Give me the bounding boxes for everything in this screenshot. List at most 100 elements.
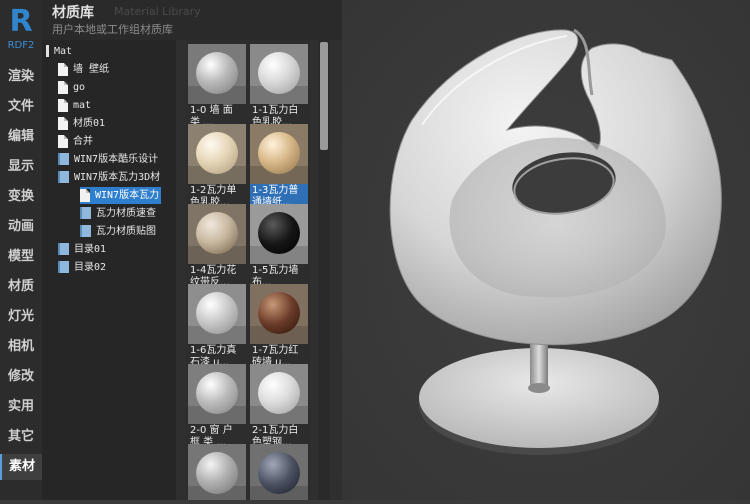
sidebar-item[interactable]: 动画 [0, 214, 42, 240]
tree-item[interactable]: 目录02 [58, 259, 106, 276]
sidebar-item[interactable]: 素材 [0, 454, 42, 480]
chair-model-render [342, 0, 750, 500]
document-icon [80, 188, 90, 202]
folder-icon [58, 153, 69, 165]
document-icon [58, 116, 68, 130]
material-preview-image [188, 364, 246, 424]
tree-item-label: WIN7版本瓦力3D材 [74, 172, 161, 183]
tree-item[interactable]: Mat [46, 43, 72, 60]
sidebar-item[interactable]: 文件 [0, 94, 42, 120]
material-preview-image [188, 124, 246, 184]
sidebar-item[interactable]: 模型 [0, 244, 42, 270]
material-sphere [196, 132, 238, 174]
material-thumbnail[interactable]: 1-5瓦力墙布... [250, 204, 308, 289]
app-version: RDF2 [7, 40, 35, 51]
material-thumbnail[interactable]: 1-1瓦力白色乳胶... [250, 44, 308, 129]
material-sphere [196, 292, 238, 334]
sidebar-item[interactable]: 编辑 [0, 124, 42, 150]
sidebar-item[interactable]: 显示 [0, 154, 42, 180]
material-preview-image [250, 364, 308, 424]
folder-icon [58, 171, 69, 183]
library-tree[interactable]: Mat 墙 壁纸 go mat 材质01 合并 WIN7版本酷乐设计 WIN7版本瓦力3D材 W… [42, 40, 176, 500]
material-thumbnail[interactable]: 1-0 墙 面 类 ... [188, 44, 246, 129]
tree-item[interactable]: WIN7版本瓦力3D材 [58, 169, 160, 186]
document-icon [58, 80, 68, 94]
tree-item[interactable]: 瓦力材质速查 [80, 205, 156, 222]
folder-icon [58, 261, 69, 273]
material-preview-image [188, 204, 246, 264]
3d-viewport[interactable] [342, 0, 750, 500]
sidebar-item[interactable]: 相机 [0, 334, 42, 360]
material-thumbnail[interactable]: 1-6瓦力真石漆 u... [188, 284, 246, 369]
material-preview-image [188, 444, 246, 500]
tree-item[interactable]: mat [58, 97, 91, 114]
material-thumbnail-grid[interactable]: 1-0 墙 面 类 ... 1-1瓦力白色乳胶... 1-2瓦力单色乳胶... 1-3… [186, 40, 310, 500]
logo-letter: R [9, 4, 33, 39]
material-preview-image [250, 284, 308, 344]
material-sphere [196, 212, 238, 254]
material-sphere [196, 52, 238, 94]
material-sphere [258, 132, 300, 174]
tree-item-label: 瓦力材质速查 [96, 208, 156, 219]
panel-header: 材质库 Material Library 用户本地或工作组材质库 [42, 0, 342, 40]
tree-item-label: WIN7版本酷乐设计 [74, 154, 159, 165]
tree-item[interactable]: 墙 壁纸 [58, 61, 109, 78]
panel-title-ghost: Material Library [114, 5, 201, 18]
panel-subtitle: 用户本地或工作组材质库 [52, 23, 173, 36]
tree-item-label: 墙 壁纸 [73, 64, 110, 75]
folder-icon [80, 225, 91, 237]
material-thumbnail[interactable]: 1-3瓦力普通墙纸... [250, 124, 308, 209]
tree-item[interactable]: WIN7版本酷乐设计 [58, 151, 158, 168]
material-sphere [258, 452, 300, 494]
root-icon [46, 45, 49, 57]
sidebar-item[interactable]: 灯光 [0, 304, 42, 330]
folder-icon [58, 243, 69, 255]
sidebar-item[interactable]: 变换 [0, 184, 42, 210]
material-preview-image [250, 124, 308, 184]
material-sphere [196, 372, 238, 414]
material-sphere [258, 212, 300, 254]
material-preview-image [250, 204, 308, 264]
sidebar-item[interactable]: 材质 [0, 274, 42, 300]
tree-item-label: WIN7版本瓦力 [95, 190, 160, 201]
material-thumbnail[interactable] [250, 444, 308, 500]
material-thumbnail[interactable]: 1-7瓦力红砖墙 u... [250, 284, 308, 369]
document-icon [58, 134, 68, 148]
scrollbar-thumb[interactable] [320, 42, 328, 150]
material-sphere [258, 52, 300, 94]
material-preview-image [188, 284, 246, 344]
tree-item-label: 合并 [73, 136, 93, 147]
tree-item[interactable]: 目录01 [58, 241, 106, 258]
material-thumbnail[interactable]: 1-2瓦力单色乳胶... [188, 124, 246, 209]
sidebar-item[interactable]: 修改 [0, 364, 42, 390]
material-preview-image [250, 44, 308, 104]
sidebar-item[interactable]: 实用 [0, 394, 42, 420]
material-thumbnail[interactable]: 1-4瓦力花纹带反... [188, 204, 246, 289]
tree-item[interactable]: WIN7版本瓦力 [80, 187, 162, 204]
material-thumbnail[interactable] [188, 444, 246, 500]
panel-title: 材质库 [52, 5, 94, 21]
tree-item-label: 瓦力材质贴图 [96, 226, 156, 237]
main-toolbar: R RDF2 渲染文件编辑显示变换动画模型材质灯光相机修改实用其它素材 [0, 0, 43, 500]
material-sphere [258, 372, 300, 414]
sidebar-item[interactable]: 其它 [0, 424, 42, 450]
material-thumbnail[interactable]: 2-1瓦力白色塑钢... [250, 364, 308, 449]
tree-item-label: 材质01 [73, 118, 106, 129]
material-thumbnail[interactable]: 2-0 窗 户 框 类 ... [188, 364, 246, 449]
thumbnail-scrollbar[interactable] [318, 40, 330, 500]
material-preview-image [250, 444, 308, 500]
folder-icon [80, 207, 91, 219]
sidebar-item[interactable]: 渲染 [0, 64, 42, 90]
tree-item-label: 目录01 [74, 244, 107, 255]
tree-item[interactable]: 合并 [58, 133, 93, 150]
tree-item[interactable]: go [58, 79, 85, 96]
document-icon [58, 98, 68, 112]
material-sphere [196, 452, 238, 494]
tree-item[interactable]: 材质01 [58, 115, 105, 132]
tree-item-label: 目录02 [74, 262, 107, 273]
tree-item-label: go [73, 82, 86, 93]
material-preview-image [188, 44, 246, 104]
material-sphere [258, 292, 300, 334]
tree-item[interactable]: 瓦力材质贴图 [80, 223, 156, 240]
app-logo: R RDF2 [0, 6, 42, 52]
